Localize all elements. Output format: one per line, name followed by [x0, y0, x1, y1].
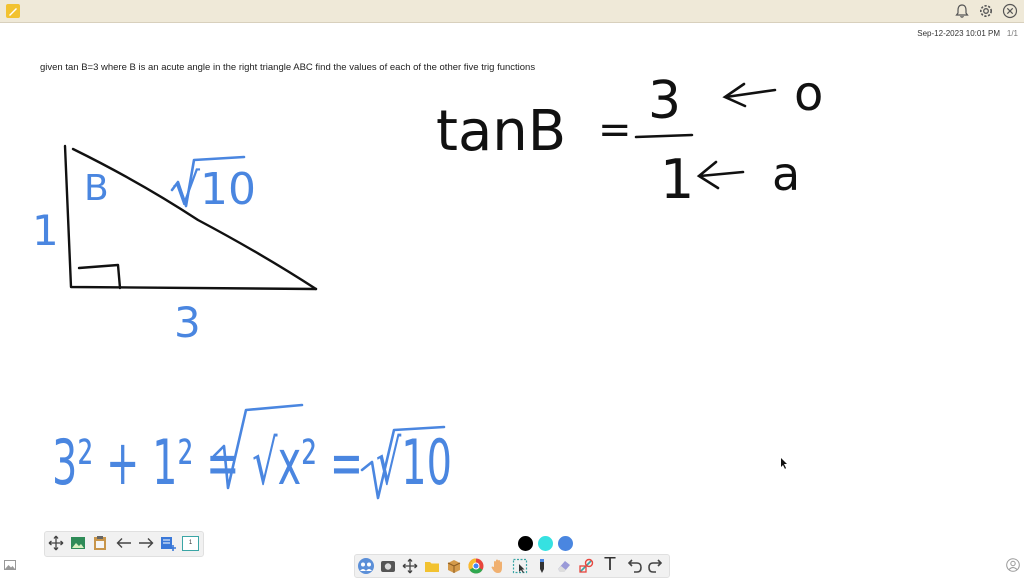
- mouse-cursor: [781, 458, 787, 469]
- eraser-icon[interactable]: [555, 557, 573, 575]
- pan-icon[interactable]: [401, 557, 419, 575]
- image-icon[interactable]: [69, 534, 87, 552]
- color-swatch-cyan[interactable]: [538, 536, 553, 551]
- shapes-icon[interactable]: [577, 557, 595, 575]
- denominator-one: 1: [660, 148, 694, 211]
- people-icon[interactable]: [357, 557, 375, 575]
- color-swatch-black[interactable]: [518, 536, 533, 551]
- redo-page-icon[interactable]: [137, 534, 155, 552]
- pythagorean-equation: 3² + 1² = √x² = √10: [52, 426, 452, 499]
- arrow-to-adjacent: [696, 160, 745, 190]
- base-three-label: 3: [174, 298, 201, 347]
- box-icon[interactable]: [445, 557, 463, 575]
- whiteboard-canvas[interactable]: tanB = 3 1 o a B 1 √10 3 3² + 1² = √x² =…: [0, 0, 1024, 576]
- opposite-label: o: [794, 66, 823, 122]
- image-thumbnail-icon[interactable]: [4, 560, 16, 570]
- drawing-toolbar: T: [354, 554, 670, 578]
- clipboard-icon[interactable]: [91, 534, 109, 552]
- page-thumbnail-icon[interactable]: 1: [181, 534, 199, 552]
- undo-page-icon[interactable]: [115, 534, 133, 552]
- select-icon[interactable]: [511, 557, 529, 575]
- chrome-icon[interactable]: [467, 557, 485, 575]
- adjacent-label: a: [772, 147, 800, 201]
- redo-icon[interactable]: [647, 557, 665, 575]
- folder-icon[interactable]: [423, 557, 441, 575]
- arrow-to-opposite: [722, 82, 777, 108]
- page-number-label: 1: [182, 536, 199, 551]
- camera-icon[interactable]: [379, 557, 397, 575]
- color-swatch-blue[interactable]: [558, 536, 573, 551]
- user-avatar-icon[interactable]: [1006, 558, 1020, 572]
- hypotenuse-label: √10: [172, 164, 256, 215]
- text-icon[interactable]: T: [601, 555, 619, 575]
- page-toolbar: 1: [44, 531, 204, 557]
- fraction-bar: [634, 133, 694, 139]
- pen-icon[interactable]: [533, 557, 551, 575]
- undo-icon[interactable]: [625, 557, 643, 575]
- equals-sign: =: [598, 107, 632, 153]
- move-icon[interactable]: [47, 534, 65, 552]
- numerator-three: 3: [648, 71, 681, 131]
- hand-icon[interactable]: [489, 557, 507, 575]
- side-one-label: 1: [32, 206, 59, 255]
- angle-b-label: B: [84, 168, 109, 209]
- add-page-icon[interactable]: [159, 534, 177, 552]
- tan-b-label: tanB: [436, 99, 566, 164]
